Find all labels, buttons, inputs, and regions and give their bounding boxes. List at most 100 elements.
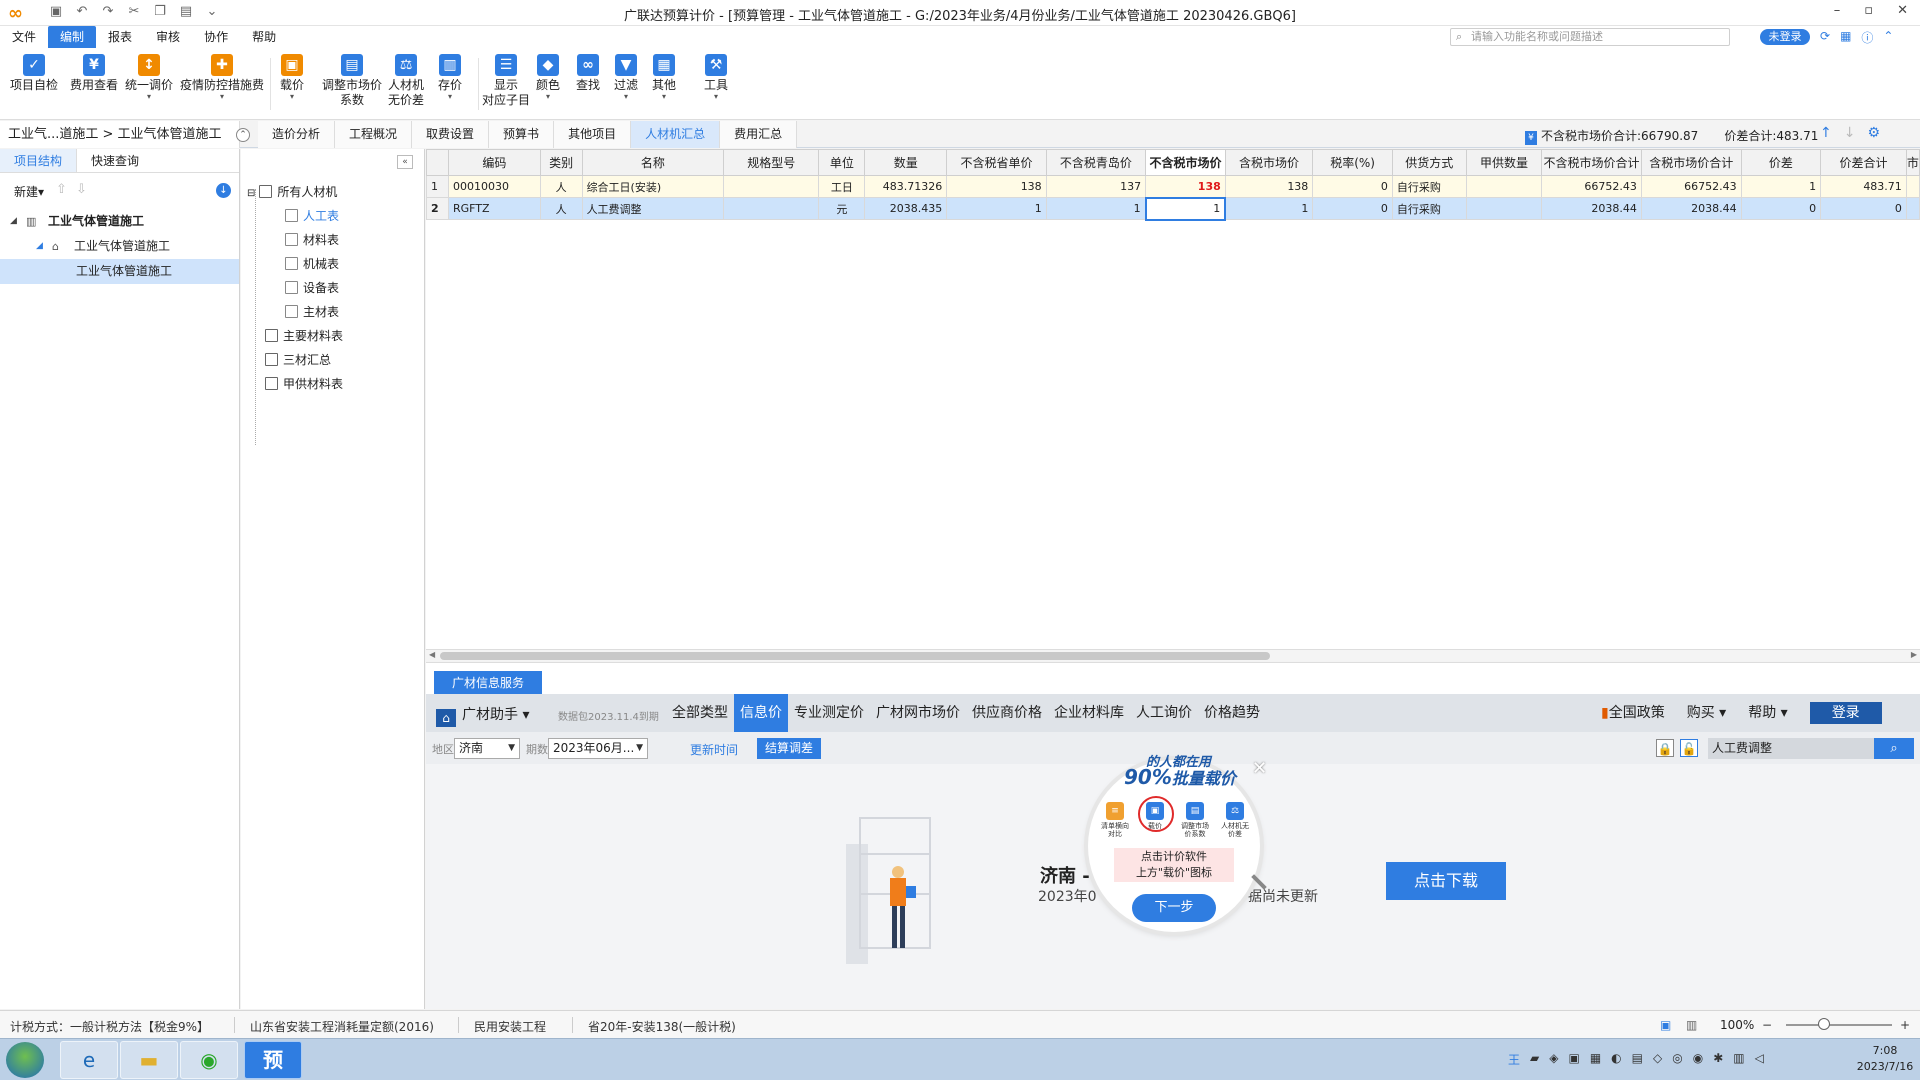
menu-report[interactable]: 报表: [96, 26, 144, 48]
tree-main-material-table[interactable]: 主材表: [285, 301, 339, 323]
ribbon-button-load-price[interactable]: ▣ 载价 ▾: [280, 54, 304, 101]
tree-three-materials[interactable]: 三材汇总: [265, 349, 331, 371]
cell-name[interactable]: 综合工日(安装): [581, 175, 725, 198]
ribbon-button-grid[interactable]: ▦ 其他 ▾: [652, 54, 676, 101]
col-supply[interactable]: 供货方式: [1391, 149, 1467, 176]
collapse-left-icon[interactable]: «: [397, 155, 413, 169]
nav-all-types[interactable]: 全部类型: [666, 694, 734, 732]
ie-taskbar-icon[interactable]: e: [60, 1041, 118, 1079]
close-button[interactable]: ✕: [1897, 3, 1908, 18]
cell-unit[interactable]: 元: [818, 197, 866, 220]
ribbon-button-color[interactable]: ◆ 颜色 ▾: [536, 54, 560, 101]
expand-icon[interactable]: ◢: [36, 234, 43, 259]
col-name[interactable]: 名称: [581, 149, 725, 176]
nav-market-price[interactable]: 广材网市场价: [870, 694, 966, 732]
tab-labor-material-summary[interactable]: 人材机汇总: [631, 121, 721, 148]
col-market-sum-tax[interactable]: 含税市场价合计: [1640, 149, 1742, 176]
update-time-link[interactable]: 更新时间: [690, 741, 738, 758]
ribbon-button-market-coef[interactable]: ▤ 调整市场价 系数: [322, 54, 382, 108]
login-button[interactable]: 未登录: [1760, 29, 1810, 45]
tray-wechat-icon[interactable]: ◉: [1693, 1051, 1703, 1068]
cell-owner-qty[interactable]: [1465, 175, 1543, 198]
restore-button[interactable]: ▫: [1864, 3, 1873, 18]
cell-spec[interactable]: [723, 197, 820, 220]
info-icon[interactable]: ⓘ: [1861, 29, 1873, 46]
settle-adjust-button[interactable]: 结算调差: [757, 738, 821, 759]
ribbon-button-filter[interactable]: ▼ 过滤 ▾: [614, 54, 638, 101]
popup-close-icon[interactable]: ✕: [1252, 758, 1267, 779]
zoom-in-icon[interactable]: +: [1900, 1018, 1910, 1032]
tray-network-icon[interactable]: ▥: [1733, 1051, 1744, 1068]
help-dropdown[interactable]: 帮助 ▾: [1748, 694, 1787, 732]
col-prov-price[interactable]: 不含税省单价: [946, 149, 1047, 176]
tray-app-icon[interactable]: ◎: [1672, 1051, 1682, 1068]
start-button[interactable]: [6, 1042, 44, 1078]
cell-qty[interactable]: 483.71326: [864, 175, 948, 198]
menu-file[interactable]: 文件: [0, 26, 48, 48]
cell-unit[interactable]: 工日: [818, 175, 866, 198]
zoom-slider-track[interactable]: [1786, 1024, 1892, 1026]
col-tax-rate[interactable]: 税率(%): [1312, 149, 1393, 176]
cell-name[interactable]: 人工费调整: [581, 197, 725, 220]
cell-more[interactable]: [1905, 175, 1920, 198]
cell-spec[interactable]: [723, 175, 820, 198]
tray-bluetooth-icon[interactable]: ✱: [1713, 1051, 1723, 1068]
menu-review[interactable]: 审核: [144, 26, 192, 48]
move-up-icon[interactable]: ⇧: [56, 182, 67, 197]
tree-owner-supplied[interactable]: 甲供材料表: [265, 373, 343, 395]
col-market-price-tax[interactable]: 含税市场价: [1224, 149, 1314, 176]
cell-market-sum[interactable]: 2038.44: [1541, 197, 1642, 220]
ribbon-button-save-price[interactable]: ▥ 存价 ▾: [438, 54, 462, 101]
tab-fee-summary[interactable]: 费用汇总: [720, 121, 798, 148]
tray-lock-icon[interactable]: ▤: [1632, 1051, 1643, 1068]
tray-app-icon[interactable]: ◐: [1611, 1051, 1621, 1068]
tree-material-table[interactable]: 材料表: [285, 229, 339, 251]
scroll-thumb[interactable]: [440, 652, 1270, 660]
col-owner-qty[interactable]: 甲供数量: [1465, 149, 1543, 176]
nav-price-trend[interactable]: 价格趋势: [1198, 694, 1266, 732]
apps-icon[interactable]: ▦: [1840, 29, 1851, 46]
tree-machine-table[interactable]: 机械表: [285, 253, 339, 275]
ribbon-button-view-fee[interactable]: ¥ 费用查看: [70, 54, 118, 93]
service-login-button[interactable]: 登录: [1809, 702, 1882, 724]
col-more[interactable]: 市: [1905, 149, 1920, 176]
col-diff-sum[interactable]: 价差合计: [1820, 149, 1907, 176]
lock-icon[interactable]: 🔒: [1656, 739, 1674, 757]
table-row[interactable]: 2 RGFTZ 人 人工费调整 元 2038.435 1 1 1 1 0 自行采…: [426, 196, 1920, 221]
sync-icon[interactable]: ⟳: [1820, 29, 1830, 46]
tab-other-items[interactable]: 其他项目: [554, 121, 632, 148]
col-spec[interactable]: 规格型号: [723, 149, 820, 176]
tray-app-icon[interactable]: ▦: [1590, 1051, 1601, 1068]
tray-app-icon[interactable]: ▣: [1568, 1051, 1579, 1068]
nav-info-price[interactable]: 信息价: [734, 694, 788, 732]
collapse-box-icon[interactable]: ⊟: [247, 188, 255, 199]
collapse-up-icon[interactable]: ⌃: [236, 128, 250, 142]
unlock-icon[interactable]: 🔓: [1680, 739, 1698, 757]
tab-project-overview[interactable]: 工程概况: [335, 121, 413, 148]
cell-prov-price[interactable]: 1: [946, 197, 1047, 220]
taskbar-clock[interactable]: 7:08 2023/7/16: [1850, 1043, 1920, 1075]
col-unit[interactable]: 单位: [818, 149, 866, 176]
cell-tax-rate[interactable]: 0: [1312, 197, 1393, 220]
cell-type[interactable]: 人: [539, 197, 583, 220]
cell-diff[interactable]: 0: [1740, 197, 1822, 220]
nav-labor-inquiry[interactable]: 人工询价: [1130, 694, 1198, 732]
cell-owner-qty[interactable]: [1465, 197, 1543, 220]
scroll-right-icon[interactable]: ▶: [1911, 650, 1917, 659]
ribbon-button-tools[interactable]: ⚒ 工具 ▾: [704, 54, 728, 101]
function-search-input[interactable]: ⌕ 请输入功能名称或问题描述: [1450, 28, 1730, 46]
scroll-left-icon[interactable]: ◀: [429, 650, 435, 659]
cell-diff-sum[interactable]: 0: [1820, 197, 1907, 220]
cell-qty[interactable]: 2038.435: [864, 197, 948, 220]
tab-fee-settings[interactable]: 取费设置: [412, 121, 490, 148]
search-button[interactable]: ⌕: [1874, 738, 1914, 759]
move-down-icon[interactable]: ⇩: [76, 182, 87, 197]
ribbon-button-check[interactable]: ✓ 项目自检: [10, 54, 58, 93]
table-row[interactable]: 1 00010030 人 综合工日(安装) 工日 483.71326 138 1…: [426, 175, 1920, 198]
cell-diff[interactable]: 1: [1740, 175, 1822, 198]
col-code[interactable]: 编码: [447, 149, 541, 176]
arrow-down-icon[interactable]: ↓: [1844, 125, 1856, 141]
cell-market-price[interactable]: 138: [1145, 175, 1226, 198]
tree-equipment-table[interactable]: 设备表: [285, 277, 339, 299]
cell-more[interactable]: [1905, 197, 1920, 220]
